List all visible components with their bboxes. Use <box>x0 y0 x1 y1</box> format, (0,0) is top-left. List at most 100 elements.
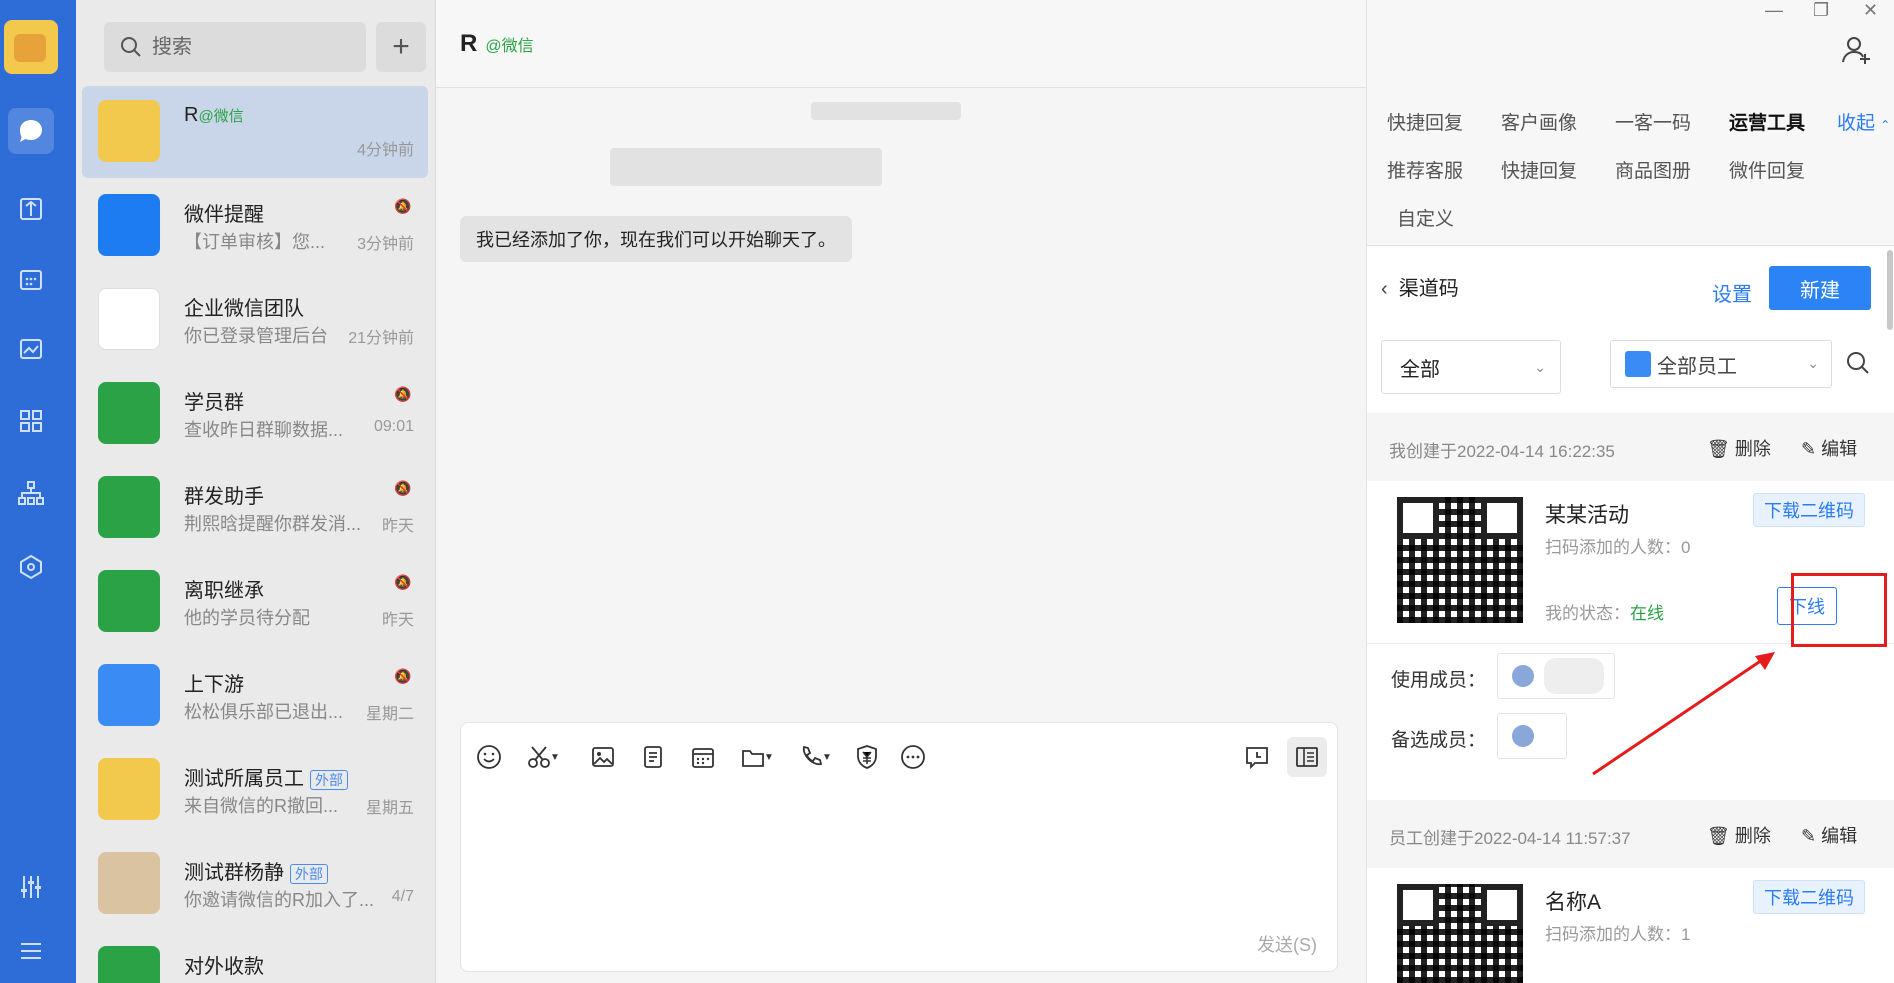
avatar <box>1512 665 1534 687</box>
screenshot-dropdown[interactable]: ▼ <box>545 737 565 777</box>
history-button[interactable] <box>1237 737 1277 777</box>
backup-member-chip[interactable] <box>1497 713 1567 759</box>
sidebar-toggle-button[interactable] <box>1287 737 1327 777</box>
conversation-preview: 【订单审核】您... <box>184 232 326 252</box>
chevron-left-icon: ‹ <box>1381 278 1388 300</box>
minimize-icon[interactable]: — <box>1765 0 1783 21</box>
workbench-nav-button[interactable] <box>8 326 54 372</box>
settings-link[interactable]: 设置 <box>1712 278 1752 307</box>
tab-quick-reply-2[interactable]: 快捷回复 <box>1501 156 1577 183</box>
download-qr-button[interactable]: 下载二维码 <box>1753 880 1865 914</box>
edit-button[interactable]: ✎ 编辑 <box>1801 822 1857 848</box>
conversation-time: 昨天 <box>381 518 414 535</box>
conversation-item[interactable]: 测试所属员工 外部 来自微信的R撤回... 星期五 <box>82 744 428 836</box>
delete-button[interactable]: 🗑 删除 <box>1707 822 1771 848</box>
avatar <box>98 476 160 538</box>
scope-select[interactable]: 全部 ⌄ <box>1381 340 1561 394</box>
card-created-meta: 我创建于2022-04-14 16:22:35 <box>1389 442 1615 461</box>
new-button[interactable]: 新建 <box>1769 266 1871 310</box>
tab-recommend-service[interactable]: 推荐客服 <box>1387 156 1463 183</box>
cube-nav-button[interactable] <box>8 544 54 590</box>
menu-nav-button[interactable] <box>8 928 54 974</box>
my-status: 我的状态：在线 <box>1545 604 1664 623</box>
image-icon <box>592 747 614 767</box>
conversation-item[interactable]: 微伴提醒 【订单审核】您... 3分钟前 🔕 <box>82 180 428 272</box>
docs-nav-button[interactable] <box>8 186 54 232</box>
org-icon <box>18 481 44 505</box>
more-button[interactable] <box>893 737 933 777</box>
avatar <box>98 570 160 632</box>
user-avatar[interactable] <box>4 20 58 74</box>
org-nav-button[interactable] <box>8 470 54 516</box>
conversation-item[interactable]: 上下游 松松俱乐部已退出... 星期二 🔕 <box>82 650 428 742</box>
caret-down-icon: ▼ <box>764 751 774 763</box>
message-bubble[interactable]: 我已经添加了你，现在我们可以开始聊天了。 <box>460 216 852 262</box>
send-label[interactable]: 发送(S) <box>1257 931 1317 957</box>
card-created-meta: 员工创建于2022-04-14 11:57:37 <box>1389 829 1631 848</box>
staff-select[interactable]: 全部员工 ⌄ <box>1610 340 1832 388</box>
search-icon[interactable] <box>1845 350 1871 376</box>
conversation-item[interactable]: 企业微信团队 你已登录管理后台 21分钟前 <box>82 274 428 366</box>
conversation-item[interactable]: 离职继承 他的学员待分配 昨天 🔕 <box>82 556 428 648</box>
close-icon[interactable]: ✕ <box>1863 0 1878 21</box>
tab-custom[interactable]: 自定义 <box>1397 204 1454 231</box>
tab-quick-reply[interactable]: 快捷回复 <box>1387 108 1463 135</box>
call-dropdown[interactable]: ▼ <box>817 737 837 777</box>
conversation-item[interactable]: R@微信 4分钟前 <box>82 86 428 178</box>
message-composer[interactable]: ▼ ▼ ▼ 发送(S) <box>460 722 1338 972</box>
tab-product-album[interactable]: 商品图册 <box>1615 156 1691 183</box>
avatar <box>98 758 160 820</box>
qr-code <box>1397 497 1523 623</box>
conversation-preview: 查收昨日群聊数据... <box>184 420 344 440</box>
emoji-button[interactable] <box>469 737 509 777</box>
folder-dropdown[interactable]: ▼ <box>759 737 779 777</box>
code-name: 某某活动 <box>1545 504 1629 527</box>
tab-widget-reply[interactable]: 微件回复 <box>1729 156 1805 183</box>
chevron-down-icon: ⌄ <box>1534 359 1546 375</box>
conversation-item[interactable]: 对外收款 <box>82 932 428 983</box>
caret-down-icon: ▼ <box>550 751 560 763</box>
menu-icon <box>21 943 41 959</box>
message-clock-icon <box>1246 747 1268 770</box>
edit-button[interactable]: ✎ 编辑 <box>1801 435 1857 461</box>
card-header: 员工创建于2022-04-14 11:57:37 🗑 删除 ✎ 编辑 <box>1367 800 1894 868</box>
conversation-item[interactable]: 群发助手 荆熙晗提醒你群发消... 昨天 🔕 <box>82 462 428 554</box>
chevron-down-icon: ⌄ <box>1807 355 1819 371</box>
chat-pane: R @微信 我已经添加了你，现在我们可以开始聊天了。 ▼ ▼ ▼ 发送(S) <box>436 0 1366 983</box>
blurred-notice <box>610 148 882 186</box>
settings-nav-button[interactable] <box>8 864 54 910</box>
image-button[interactable] <box>583 737 623 777</box>
apps-nav-button[interactable] <box>8 398 54 444</box>
calendar-nav-button[interactable] <box>8 256 54 302</box>
conversation-item[interactable]: 学员群 查收昨日群聊数据... 09:01 🔕 <box>82 368 428 460</box>
add-button[interactable]: + <box>376 22 426 72</box>
download-qr-button[interactable]: 下载二维码 <box>1753 493 1865 527</box>
tab-operation-tools[interactable]: 运营工具 <box>1729 108 1805 135</box>
scrollbar[interactable] <box>1887 250 1893 330</box>
tab-customer-profile[interactable]: 客户画像 <box>1501 108 1577 135</box>
back-to-channel-code[interactable]: ‹ 渠道码 <box>1381 272 1459 301</box>
schedule-button[interactable] <box>683 737 723 777</box>
conversation-item[interactable]: 测试群杨静 外部 你邀请微信的R加入了... 4/7 <box>82 838 428 930</box>
code-name: 名称A <box>1545 891 1602 914</box>
backup-members-label: 备选成员： <box>1391 730 1487 751</box>
apps-icon <box>20 410 42 432</box>
search-box[interactable] <box>104 22 366 72</box>
search-input[interactable] <box>152 35 352 59</box>
chat-title: R @微信 <box>460 30 534 57</box>
chat-nav-button[interactable] <box>8 108 54 154</box>
avatar <box>98 946 160 983</box>
collapse-button[interactable]: 收起 ⌃ <box>1837 108 1890 135</box>
plus-icon: + <box>392 30 410 63</box>
payment-button[interactable] <box>847 737 887 777</box>
tab-one-customer-one-code[interactable]: 一客一码 <box>1615 108 1691 135</box>
members-label: 使用成员： <box>1391 670 1487 691</box>
document-button[interactable] <box>633 737 673 777</box>
status-online: 在线 <box>1630 604 1664 623</box>
restore-icon[interactable]: ❐ <box>1813 0 1829 21</box>
conversation-time: 星期二 <box>365 706 414 723</box>
conversation-name: 群发助手 <box>184 486 264 508</box>
muted-bell-icon: 🔕 <box>394 668 412 684</box>
add-contact-icon[interactable] <box>1841 34 1873 66</box>
delete-button[interactable]: 🗑 删除 <box>1707 435 1771 461</box>
